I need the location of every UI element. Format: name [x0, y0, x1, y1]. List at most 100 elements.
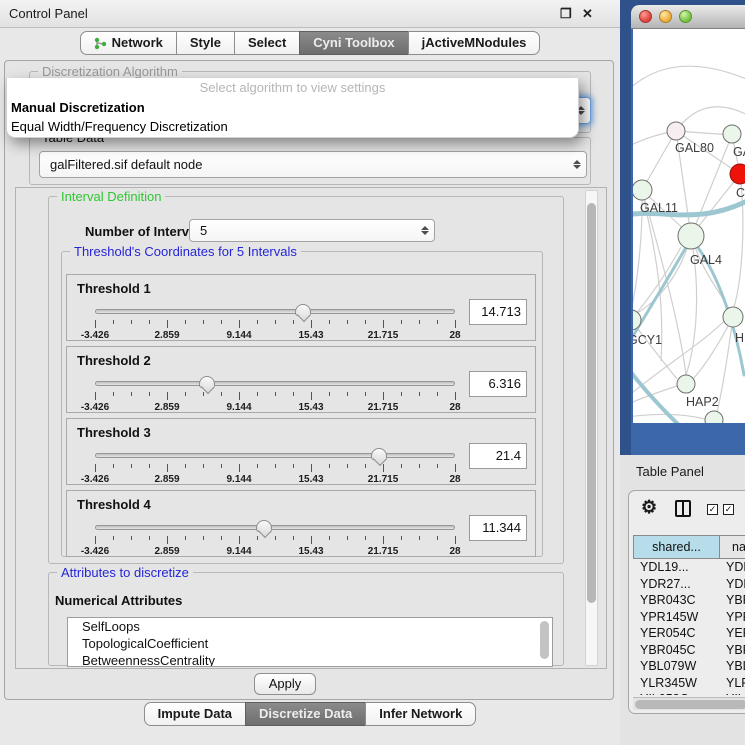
attribute-list-item[interactable]: BetweennessCentrality	[68, 652, 552, 667]
settings-vertical-scrollbar[interactable]	[585, 190, 598, 666]
slider-thumb[interactable]	[295, 304, 311, 316]
checkbox-icon[interactable]: ✓	[723, 504, 734, 515]
tab-style[interactable]: Style	[176, 31, 235, 55]
cell-name[interactable]: YPR1	[719, 609, 745, 626]
threshold-value-field[interactable]: 6.316	[469, 371, 527, 397]
slider-track[interactable]	[95, 453, 455, 458]
network-node-label: HAP2	[686, 395, 719, 409]
threshold-row: Threshold 4-3.4262.8599.14415.4321.71528…	[66, 490, 536, 557]
network-node-gal80[interactable]	[667, 122, 685, 140]
table-row[interactable]: YIL052CYIL0	[633, 691, 745, 695]
threshold-label: Threshold 1	[77, 281, 151, 296]
table-row[interactable]: YDR27...YDR2	[633, 576, 745, 593]
network-edge[interactable]	[693, 317, 733, 379]
cyni-main-panel: Discretization Algorithm Select algorith…	[4, 60, 614, 700]
tab-infer-network[interactable]: Infer Network	[365, 702, 476, 726]
network-node-h[interactable]	[723, 307, 743, 327]
table-row[interactable]: YBL079WYBL0	[633, 658, 745, 675]
float-window-icon[interactable]: ❐	[560, 6, 572, 22]
tab-select[interactable]: Select	[234, 31, 300, 55]
close-window-icon[interactable]: ✕	[582, 6, 593, 22]
cell-name[interactable]: YLR3	[719, 675, 745, 692]
cell-name[interactable]: YDL1	[719, 559, 745, 576]
table-row[interactable]: YPR145WYPR1	[633, 609, 745, 626]
gear-icon[interactable]: ⚙	[641, 497, 657, 518]
cell-name[interactable]: YIL0	[719, 691, 745, 695]
cell-shared-name[interactable]: YDR27...	[633, 576, 719, 593]
network-node-gal11[interactable]	[633, 180, 652, 200]
cell-shared-name[interactable]: YBR045C	[633, 642, 719, 659]
attribute-list-item[interactable]: TopologicalCoefficient	[68, 635, 552, 652]
column-header-name[interactable]: na	[720, 536, 745, 558]
slider-thumb[interactable]	[199, 376, 215, 388]
table-row[interactable]: YBR043CYBR0	[633, 592, 745, 609]
slider-track[interactable]	[95, 381, 455, 386]
dropdown-option-manual[interactable]: Manual Discretization	[7, 98, 578, 117]
threshold-value-field[interactable]: 14.713	[469, 299, 527, 325]
network-node[interactable]	[705, 411, 723, 423]
network-window-titlebar[interactable]	[631, 5, 745, 29]
dropdown-option-equal-width[interactable]: Equal Width/Frequency Discretization	[7, 117, 578, 136]
tab-impute-data[interactable]: Impute Data	[144, 702, 246, 726]
threshold-value-field[interactable]: 21.4	[469, 443, 527, 469]
network-node-label: GAL11	[640, 201, 678, 215]
table-row[interactable]: YBR045CYBR0	[633, 642, 745, 659]
cell-shared-name[interactable]: YLR345W	[633, 675, 719, 692]
cell-shared-name[interactable]: YDL19...	[633, 559, 719, 576]
network-edge[interactable]	[633, 320, 677, 379]
network-node-ga[interactable]	[723, 125, 741, 143]
tab-label: Network	[112, 32, 163, 54]
cell-shared-name[interactable]: YER054C	[633, 625, 719, 642]
cell-shared-name[interactable]: YBR043C	[633, 592, 719, 609]
dropdown-hint: Select algorithm to view settings	[7, 78, 578, 98]
numerical-attributes-list[interactable]: SelfLoopsTopologicalCoefficientBetweenne…	[67, 617, 553, 667]
zoom-traffic-light-icon[interactable]	[679, 10, 692, 23]
network-graph: GAL80GACGAL11GAL4GCY1HHAP2	[633, 29, 745, 423]
numerical-attributes-label: Numerical Attributes	[55, 593, 182, 608]
table-panel-title: Table Panel	[636, 464, 704, 479]
network-node-hap2[interactable]	[677, 375, 695, 393]
cell-name[interactable]: YBR0	[719, 592, 745, 609]
tab-jactivemnodules[interactable]: jActiveMNodules	[408, 31, 541, 55]
tab-cyni-toolbox[interactable]: Cyni Toolbox	[299, 31, 408, 55]
column-header-shared-name[interactable]: shared...	[634, 536, 720, 558]
cell-name[interactable]: YBL0	[719, 658, 745, 675]
table-data-combobox[interactable]: galFiltered.sif default node	[39, 151, 587, 178]
scrollbar-thumb[interactable]	[635, 700, 745, 709]
list-scrollbar[interactable]	[540, 621, 549, 659]
network-node-gal4[interactable]	[678, 223, 704, 249]
cell-name[interactable]: YER0	[719, 625, 745, 642]
close-traffic-light-icon[interactable]	[639, 10, 652, 23]
cell-shared-name[interactable]: YIL052C	[633, 691, 719, 695]
table-row[interactable]: YER054CYER0	[633, 625, 745, 642]
cell-shared-name[interactable]: YPR145W	[633, 609, 719, 626]
slider-track[interactable]	[95, 309, 455, 314]
network-node-c[interactable]	[730, 164, 745, 184]
columns-icon[interactable]	[675, 500, 691, 517]
tab-discretize-data[interactable]: Discretize Data	[245, 702, 366, 726]
scrollbar-thumb[interactable]	[587, 203, 596, 603]
cell-name[interactable]: YDR2	[719, 576, 745, 593]
slider-thumb[interactable]	[256, 520, 272, 532]
cell-name[interactable]: YBR0	[719, 642, 745, 659]
apply-button[interactable]: Apply	[254, 673, 316, 695]
minimize-traffic-light-icon[interactable]	[659, 10, 672, 23]
table-row[interactable]: YDL19...YDL1	[633, 559, 745, 576]
attribute-list-item[interactable]: SelfLoops	[68, 618, 552, 635]
network-edge[interactable]	[633, 66, 745, 91]
tab-network[interactable]: Network	[80, 31, 177, 55]
slider-thumb[interactable]	[371, 448, 387, 460]
cell-shared-name[interactable]: YBL079W	[633, 658, 719, 675]
network-canvas[interactable]: GAL80GACGAL11GAL4GCY1HHAP2	[633, 29, 745, 423]
table-horizontal-scrollbar[interactable]	[633, 697, 745, 710]
threshold-value-field[interactable]: 11.344	[469, 515, 527, 541]
table-row[interactable]: YLR345WYLR3	[633, 675, 745, 692]
group-title: Attributes to discretize	[57, 565, 193, 580]
slider-tick-labels: -3.4262.8599.14415.4321.71528	[95, 402, 455, 413]
panel-title: Control Panel	[9, 6, 88, 21]
slider-track[interactable]	[95, 525, 455, 530]
num-intervals-combobox[interactable]: 5	[189, 219, 435, 242]
checkbox-icon[interactable]: ✓	[707, 504, 718, 515]
network-edge[interactable]	[633, 236, 691, 316]
threshold-row: Threshold 3-3.4262.8599.14415.4321.71528…	[66, 418, 536, 485]
